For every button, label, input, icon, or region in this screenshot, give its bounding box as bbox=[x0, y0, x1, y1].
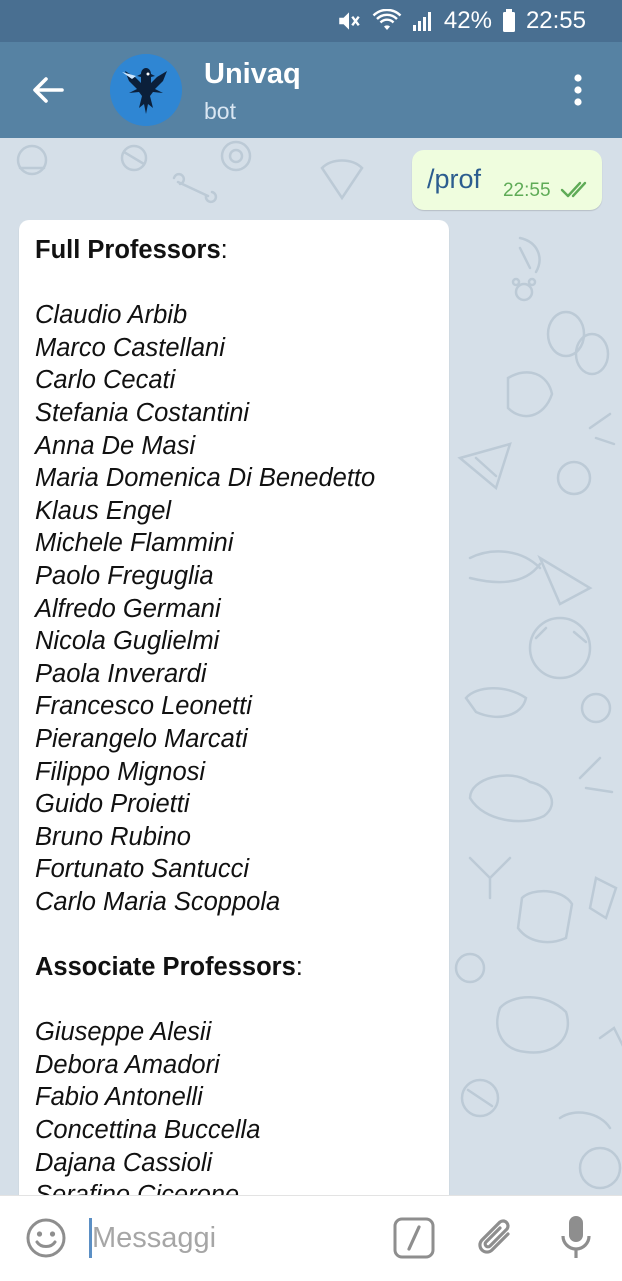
associate-professors-list: Giuseppe Alesii Debora Amadori Fabio Anton… bbox=[35, 1016, 441, 1195]
full-professor-name: Fortunato Santucci bbox=[35, 855, 250, 884]
more-vert-icon bbox=[574, 74, 582, 106]
full-professors-heading-text: Full Professors bbox=[35, 236, 221, 264]
back-button[interactable] bbox=[24, 66, 72, 114]
associate-professor-name: Concettina Buccella bbox=[35, 1116, 261, 1145]
outgoing-message-time: 22:55 bbox=[503, 180, 551, 201]
associate-professor-name: Dajana Cassioli bbox=[35, 1148, 213, 1177]
associate-professors-heading: Associate Professors: bbox=[35, 953, 303, 982]
full-professors-list: Claudio Arbib Marco Castellani Carlo Cecat… bbox=[35, 299, 441, 918]
incoming-message-text[interactable]: Full Professors: Claudio Arbib Marco Cast… bbox=[35, 234, 441, 1195]
full-professor-name: Stefania Costantini bbox=[35, 398, 250, 427]
full-professor-name: Maria Domenica Di Benedetto bbox=[35, 464, 376, 493]
associate-professor-name: Fabio Antonelli bbox=[35, 1083, 203, 1112]
full-professors-heading: Full Professors: bbox=[35, 236, 228, 264]
back-arrow-icon bbox=[33, 77, 64, 103]
chat-subtitle: bot bbox=[204, 98, 236, 124]
bot-command-icon bbox=[393, 1217, 435, 1259]
full-professor-name: Anna De Masi bbox=[35, 431, 196, 460]
full-professor-name: Nicola Guglielmi bbox=[35, 627, 220, 656]
attach-icon bbox=[478, 1219, 510, 1254]
emoji-icon bbox=[26, 1218, 66, 1258]
chat-title[interactable]: Univaq bbox=[204, 58, 301, 91]
outgoing-message[interactable]: /prof 22:55 bbox=[412, 150, 602, 210]
avatar[interactable] bbox=[110, 54, 182, 126]
full-professor-name: Marco Castellani bbox=[35, 333, 225, 362]
full-professor-name: Klaus Engel bbox=[35, 496, 172, 525]
associate-professor-name: Debora Amadori bbox=[35, 1050, 220, 1079]
full-professor-name: Pierangelo Marcati bbox=[35, 724, 248, 753]
signal-icon bbox=[412, 10, 434, 32]
message-input[interactable] bbox=[92, 1214, 372, 1262]
full-professor-name: Michele Flammini bbox=[35, 529, 234, 558]
full-professor-name: Francesco Leonetti bbox=[35, 692, 252, 721]
eagle-logo-icon bbox=[110, 54, 182, 126]
full-professor-name: Carlo Cecati bbox=[35, 366, 176, 395]
mic-icon bbox=[561, 1216, 591, 1258]
chat-header: Univaq bot bbox=[0, 42, 622, 138]
incoming-message[interactable]: Full Professors: Claudio Arbib Marco Cast… bbox=[19, 220, 449, 1195]
full-professor-name: Claudio Arbib bbox=[35, 301, 188, 330]
status-icons: 42% 22:55 bbox=[336, 0, 586, 42]
voice-message-button[interactable] bbox=[556, 1212, 596, 1264]
read-double-check-icon bbox=[560, 180, 590, 205]
full-professor-name: Paola Inverardi bbox=[35, 659, 207, 688]
status-bar: 42% 22:55 bbox=[0, 0, 622, 42]
associate-professor-name: Serafino Cicerone bbox=[35, 1179, 441, 1195]
full-professor-name: Guido Proietti bbox=[35, 790, 190, 819]
message-input-bar bbox=[0, 1195, 622, 1281]
full-professor-name: Carlo Maria Scoppola bbox=[35, 887, 281, 916]
more-options-button[interactable] bbox=[558, 70, 598, 110]
battery-percent: 42% bbox=[443, 7, 492, 34]
full-professor-name: Filippo Mignosi bbox=[35, 757, 206, 786]
chat-area[interactable]: /prof 22:55 Full Professors: Claudio Arb… bbox=[0, 138, 622, 1195]
full-professor-name: Paolo Freguglia bbox=[35, 561, 214, 590]
associate-professor-name: Giuseppe Alesii bbox=[35, 1018, 212, 1047]
outgoing-message-text[interactable]: /prof bbox=[427, 164, 481, 195]
attach-button[interactable] bbox=[474, 1214, 518, 1262]
associate-professors-heading-text: Associate Professors bbox=[35, 953, 296, 982]
emoji-button[interactable] bbox=[24, 1216, 68, 1260]
wifi-icon bbox=[372, 9, 402, 33]
battery-icon bbox=[502, 9, 516, 33]
full-professor-name: Alfredo Germani bbox=[35, 594, 221, 623]
status-time: 22:55 bbox=[525, 7, 586, 34]
bot-command-button[interactable] bbox=[392, 1216, 436, 1260]
full-professor-name: Bruno Rubino bbox=[35, 822, 191, 851]
mute-icon bbox=[336, 8, 362, 34]
